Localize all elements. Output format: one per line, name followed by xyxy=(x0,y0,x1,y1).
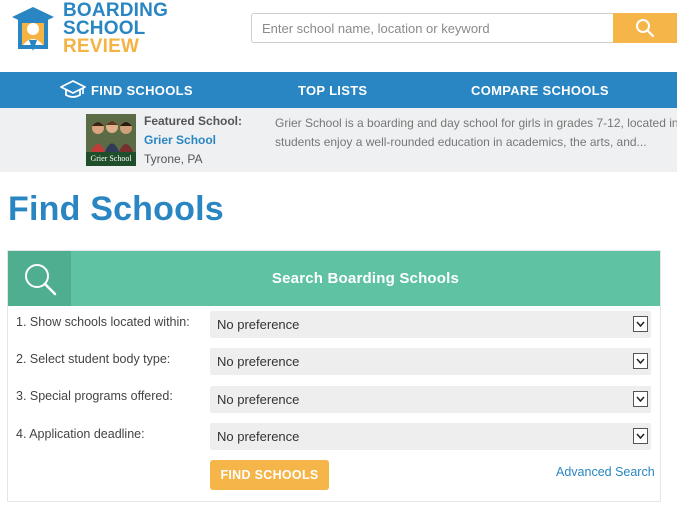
student-body-filter-label: 2. Select student body type: xyxy=(16,352,171,366)
location-filter-label: 1. Show schools located within: xyxy=(16,315,190,329)
search-panel-title: Search Boarding Schools xyxy=(271,270,460,287)
graduation-cap-icon xyxy=(60,80,86,98)
chevron-down-icon xyxy=(633,316,648,332)
student-body-filter-select[interactable]: No preference xyxy=(210,348,651,375)
logo-line-3: REVIEW xyxy=(63,36,140,57)
programs-filter-value: No preference xyxy=(217,392,300,407)
featured-label: Featured School: xyxy=(144,114,243,128)
search-panel-header: Search Boarding Schools xyxy=(8,251,660,306)
nav-top-lists-label: TOP LISTS xyxy=(298,82,368,98)
search-panel: Search Boarding Schools 1. Show schools … xyxy=(7,250,661,502)
search-icon xyxy=(24,263,56,295)
featured-school-banner: Grier School Featured School: Grier Scho… xyxy=(0,108,677,172)
deadline-filter-select[interactable]: No preference xyxy=(210,423,651,450)
featured-school-description: Grier School is a boarding and day schoo… xyxy=(275,114,677,152)
nav-compare-schools-label: COMPARE SCHOOLS xyxy=(471,82,609,98)
location-filter-select[interactable]: No preference xyxy=(210,311,651,338)
programs-filter-select[interactable]: No preference xyxy=(210,386,651,413)
programs-filter-label: 3. Special programs offered: xyxy=(16,389,173,403)
find-schools-button[interactable]: FIND SCHOOLS xyxy=(210,460,329,490)
site-logo[interactable]: BOARDING SCHOOL REVIEW xyxy=(8,1,178,58)
page-title: Find Schools xyxy=(8,190,224,228)
featured-school-link[interactable]: Grier School xyxy=(144,133,216,147)
featured-description-line-1: Grier School is a boarding and day schoo… xyxy=(275,116,677,130)
main-nav: FIND SCHOOLS TOP LISTS COMPARE SCHOOLS xyxy=(0,72,677,108)
advanced-search-link[interactable]: Advanced Search xyxy=(556,465,655,479)
featured-school-location: Tyrone, PA xyxy=(144,152,203,166)
deadline-filter-label: 4. Application deadline: xyxy=(16,427,145,441)
search-button[interactable] xyxy=(613,13,677,43)
featured-school-image[interactable]: Grier School xyxy=(86,114,136,166)
nav-top-lists[interactable]: TOP LISTS xyxy=(298,72,367,108)
deadline-filter-value: No preference xyxy=(217,429,300,444)
chevron-down-icon xyxy=(633,428,648,444)
logo-mark-icon xyxy=(12,7,54,51)
panel-search-icon-box xyxy=(8,251,71,306)
chevron-down-icon xyxy=(633,391,648,407)
featured-image-caption: Grier School xyxy=(86,152,136,166)
featured-description-line-2: students enjoy a well-rounded education … xyxy=(275,135,647,149)
search-input[interactable] xyxy=(251,13,613,43)
nav-find-schools[interactable]: FIND SCHOOLS xyxy=(60,72,193,108)
header-search xyxy=(251,13,677,43)
location-filter-value: No preference xyxy=(217,317,300,332)
nav-compare-schools[interactable]: COMPARE SCHOOLS xyxy=(471,72,609,108)
site-header: BOARDING SCHOOL REVIEW xyxy=(0,0,677,72)
search-icon xyxy=(636,19,655,38)
chevron-down-icon xyxy=(633,353,648,369)
featured-photo-illustration xyxy=(86,114,136,154)
nav-find-schools-label: FIND SCHOOLS xyxy=(91,82,193,98)
student-body-filter-value: No preference xyxy=(217,354,300,369)
logo-wordmark: BOARDING SCHOOL REVIEW xyxy=(63,1,168,57)
